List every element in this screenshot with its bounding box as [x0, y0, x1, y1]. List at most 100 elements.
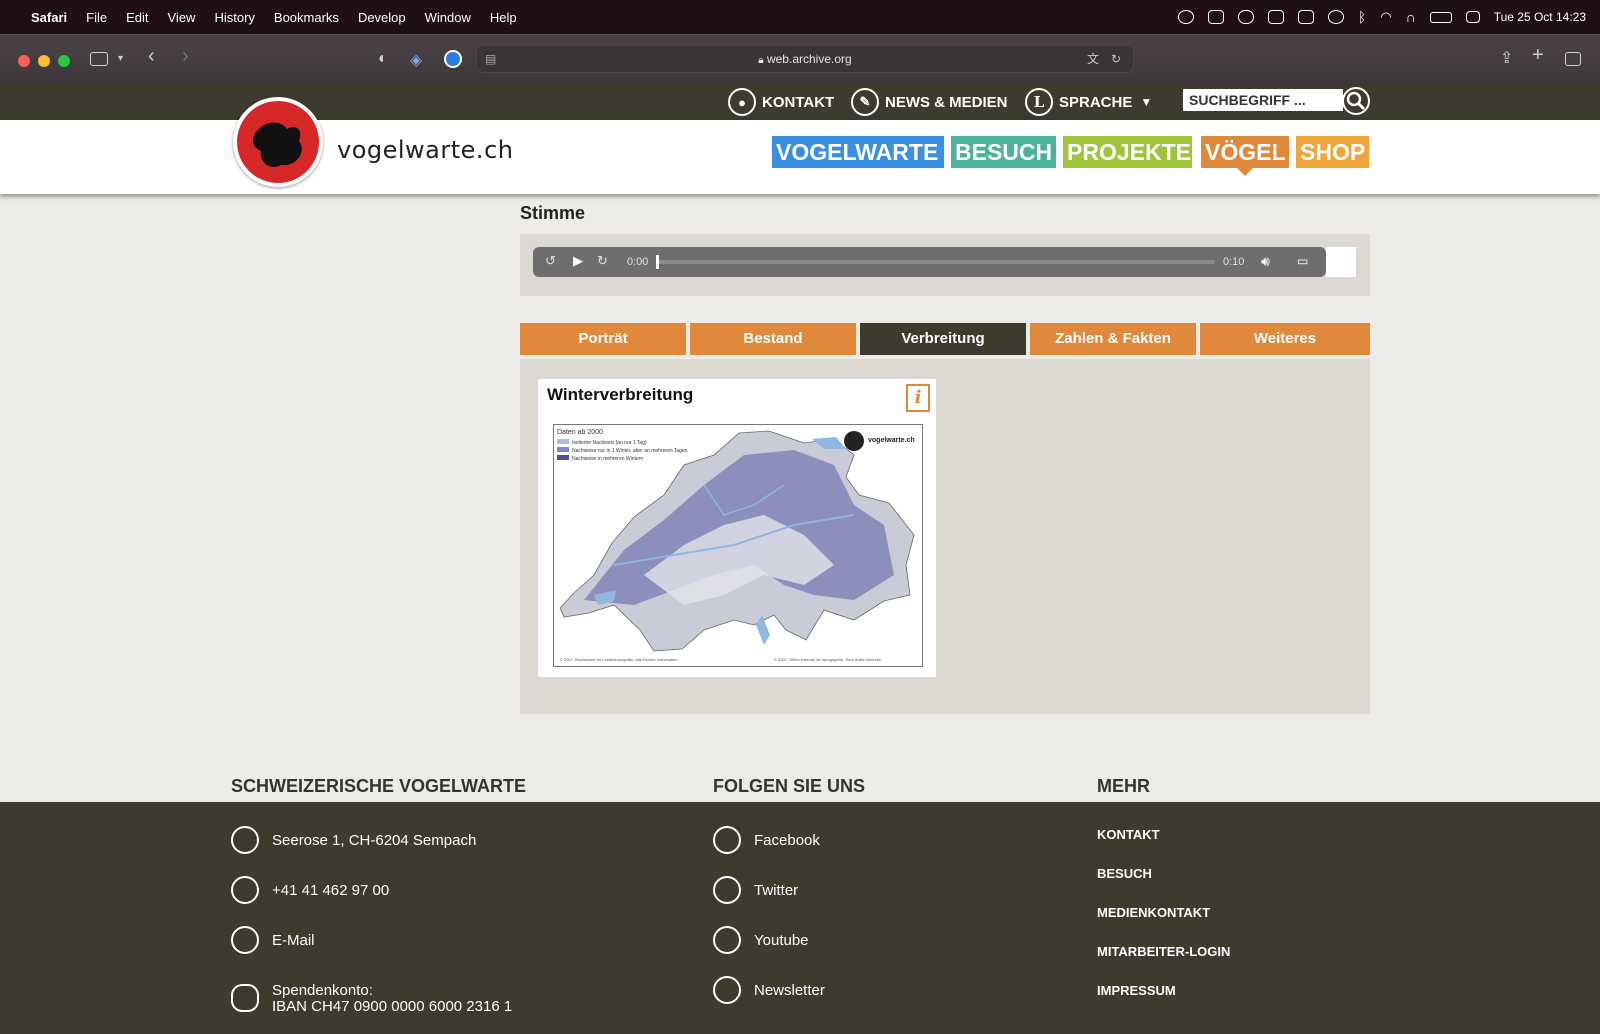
address-bar[interactable]: ▤ 🔒︎ web.archive.org 文 ↻ — [476, 45, 1134, 73]
menu-history[interactable]: History — [214, 10, 254, 25]
mainnav-voegel[interactable]: VÖGEL — [1201, 136, 1289, 168]
info-icon[interactable]: i — [906, 384, 930, 412]
calendar-icon[interactable] — [1297, 10, 1314, 24]
youtube-icon[interactable] — [713, 926, 741, 954]
footer-link-medienkontakt[interactable]: MEDIENKONTAKT — [1097, 905, 1210, 920]
reload-icon[interactable]: ↻ — [1111, 46, 1121, 72]
menu-window[interactable]: Window — [425, 10, 471, 25]
footer-title-follow: FOLGEN SIE UNS — [713, 776, 866, 796]
newsletter-icon[interactable] — [713, 976, 741, 1004]
onepassword-icon[interactable] — [444, 50, 462, 68]
menu-file[interactable]: File — [86, 10, 107, 25]
search-button[interactable] — [1342, 87, 1370, 115]
footer-title-mehr: MEHR — [1097, 776, 1150, 796]
map-title: Winterverbreitung — [547, 385, 694, 404]
battery-icon[interactable] — [1429, 11, 1452, 23]
extension-cube-icon[interactable]: ◈ — [410, 50, 422, 70]
seek-bar[interactable] — [656, 255, 1215, 269]
menu-edit[interactable]: Edit — [126, 10, 148, 25]
footer-email[interactable]: E-Mail — [272, 932, 315, 949]
url-text: web.archive.org — [766, 52, 852, 66]
play-icon[interactable] — [1327, 10, 1344, 24]
footer-link-mitarbeiter-login[interactable]: MITARBEITER-LOGIN — [1097, 944, 1230, 959]
mainnav-besuch[interactable]: BESUCH — [951, 136, 1056, 168]
share-icon[interactable]: ⇪ — [1500, 48, 1513, 68]
footer-iban: IBAN CH47 0900 0000 6000 2316 1 — [272, 998, 513, 1015]
menu-develop[interactable]: Develop — [358, 10, 406, 25]
map-credit-left: © 2007, Bundesamt für Landestopografie. … — [560, 657, 678, 662]
logo-text[interactable]: vogelwarte.ch — [337, 136, 513, 164]
facebook-icon[interactable] — [713, 826, 741, 854]
menu-app-safari[interactable]: Safari — [31, 10, 67, 25]
cloud-icon[interactable] — [1237, 10, 1254, 24]
topnav-kontakt[interactable]: ● KONTAKT — [728, 88, 834, 116]
forward-icon[interactable]: › — [182, 45, 189, 68]
close-window-button[interactable] — [18, 55, 30, 67]
mainnav-projekte[interactable]: PROJEKTE — [1063, 136, 1192, 168]
chevron-down-icon: ▼ — [1140, 95, 1153, 109]
mainnav-vogelwarte[interactable]: VOGELWARTE — [772, 136, 944, 168]
social-twitter[interactable]: Twitter — [754, 882, 798, 899]
footer-donation-label: Spendenkonto: — [272, 982, 373, 999]
site-logo[interactable] — [233, 97, 323, 187]
password-manager-icon[interactable] — [1177, 10, 1194, 24]
menu-view[interactable]: View — [168, 10, 196, 25]
audio-player[interactable]: ↺ ▶ ↻ 0:00 0:10 🔊︎ ▭ — [533, 247, 1326, 277]
topnav-sprache[interactable]: L SPRACHE ▼ — [1025, 88, 1152, 116]
wifi-icon[interactable]: ◠ — [1380, 9, 1391, 25]
skip-forward-icon[interactable]: ↻ — [597, 253, 608, 269]
translate-icon[interactable]: 文 — [1087, 46, 1099, 72]
distribution-map[interactable]: Daten ab 2000 Isolierter Nachweis (an nu… — [553, 424, 923, 667]
zoom-window-button[interactable] — [58, 55, 70, 67]
screen-icon[interactable] — [1207, 10, 1224, 24]
phone-icon — [231, 876, 259, 904]
social-newsletter[interactable]: Newsletter — [754, 982, 825, 999]
location-pin-icon — [231, 826, 259, 854]
footer-link-impressum[interactable]: IMPRESSUM — [1097, 983, 1176, 998]
tab-weiteres[interactable]: Weiteres — [1200, 323, 1370, 355]
mainnav-shop[interactable]: SHOP — [1296, 136, 1369, 168]
sidebar-toggle-icon[interactable] — [90, 52, 108, 66]
menu-help[interactable]: Help — [490, 10, 517, 25]
menu-bookmarks[interactable]: Bookmarks — [274, 10, 339, 25]
topnav-news[interactable]: ✎ NEWS & MEDIEN — [851, 88, 1008, 116]
tab-verbreitung[interactable]: Verbreitung — [860, 323, 1026, 355]
minimize-window-button[interactable] — [38, 55, 50, 67]
control-center-icon[interactable] — [1465, 11, 1480, 23]
language-icon: L — [1025, 88, 1053, 116]
back-icon[interactable]: ‹ — [148, 45, 155, 68]
bluetooth-icon[interactable]: ᛒ — [1358, 9, 1366, 25]
reader-icon[interactable]: ▤ — [485, 46, 496, 72]
social-youtube[interactable]: Youtube — [754, 932, 809, 949]
chevron-down-icon[interactable]: ▾ — [118, 53, 123, 64]
footer-phone[interactable]: +41 41 462 97 00 — [272, 882, 389, 899]
play-button[interactable]: ▶ — [573, 253, 583, 269]
bird-logo-icon — [252, 122, 302, 168]
volume-icon[interactable]: 🔊︎ — [1261, 253, 1270, 270]
seek-handle[interactable] — [656, 255, 659, 269]
microphone-icon: ✎ — [851, 88, 879, 116]
logo-emblem — [237, 101, 319, 183]
footer-title-vogelwarte: SCHWEIZERISCHE VOGELWARTE — [231, 776, 527, 796]
tab-zahlen-fakten[interactable]: Zahlen & Fakten — [1030, 323, 1196, 355]
new-tab-icon[interactable]: + — [1532, 44, 1544, 67]
map-credit-right: © 2007, Office fédérale de topographie. … — [774, 657, 881, 662]
search-input[interactable]: SUCHBEGRIFF ... — [1183, 89, 1343, 111]
person-icon: ● — [728, 88, 756, 116]
skip-back-icon[interactable]: ↺ — [545, 253, 556, 269]
switzerland-map-graphic — [559, 430, 915, 652]
tab-portraet[interactable]: Porträt — [520, 323, 686, 355]
tab-overview-icon[interactable] — [1565, 52, 1581, 66]
shield-icon[interactable]: ◐ — [378, 50, 388, 68]
lock-icon: 🔒︎ — [758, 55, 764, 66]
drive-icon[interactable] — [1267, 10, 1284, 24]
airplay-icon[interactable]: ▭ — [1297, 254, 1308, 268]
headphones-icon[interactable]: ∩ — [1406, 9, 1416, 25]
footer-link-kontakt[interactable]: KONTAKT — [1097, 827, 1160, 842]
player-end-panel — [1326, 247, 1356, 277]
twitter-icon[interactable] — [713, 876, 741, 904]
footer-link-besuch[interactable]: BESUCH — [1097, 866, 1152, 881]
tab-bestand[interactable]: Bestand — [690, 323, 856, 355]
clock[interactable]: Tue 25 Oct 14:23 — [1494, 10, 1586, 24]
social-facebook[interactable]: Facebook — [754, 832, 820, 849]
